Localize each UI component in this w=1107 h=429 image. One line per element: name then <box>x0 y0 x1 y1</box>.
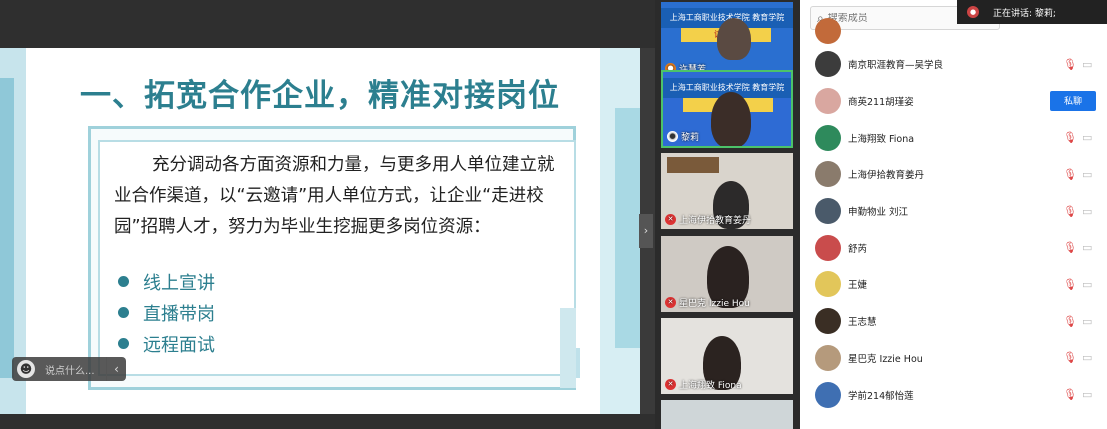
slide-bullet: 远程面试 <box>118 328 215 359</box>
mic-muted-icon: 🎙︎ <box>1063 277 1077 291</box>
member-name: 星巴克 Izzie Hou <box>848 353 923 365</box>
chat-input-placeholder[interactable]: 说点什么... <box>45 362 106 377</box>
participant-video <box>717 18 751 60</box>
member-name: 上海翔致 Fiona <box>848 133 915 145</box>
mic-muted-icon: 🎙︎ <box>1063 351 1077 365</box>
camera-off-icon: ▭ <box>1082 204 1093 218</box>
avatar <box>815 308 841 335</box>
background-frame <box>667 157 719 173</box>
camera-off-icon: ▭ <box>1082 131 1093 145</box>
member-row[interactable]: 商英211胡瑾姿 私聊 <box>800 83 1107 120</box>
video-name-tag: ● 黎莉 <box>667 130 699 143</box>
mic-muted-icon: ✕ <box>665 297 676 308</box>
bullet-dot-icon <box>118 276 129 287</box>
member-row[interactable]: 舒芮 🎙︎ ▭ <box>800 229 1107 266</box>
avatar <box>815 271 841 298</box>
member-name: 申勤物业 刘江 <box>848 207 909 219</box>
slide-title: 一、拓宽合作企业，精准对接岗位 <box>80 78 560 114</box>
participant-video <box>711 92 751 146</box>
slide-decoration <box>615 108 640 348</box>
mic-muted-icon: 🎙︎ <box>1063 204 1077 218</box>
avatar <box>815 124 841 151</box>
mic-muted-icon: 🎙︎ <box>1063 131 1077 145</box>
mic-icon: ● <box>667 131 678 142</box>
slide-decoration <box>560 308 576 388</box>
member-row[interactable]: 星巴克 Izzie Hou 🎙︎ ▭ <box>800 340 1107 377</box>
share-bottom-bar <box>0 414 655 429</box>
speaking-text: 正在讲话: 黎莉; <box>993 8 1056 19</box>
member-name: 王志慧 <box>848 317 877 329</box>
member-name: 舒芮 <box>848 243 868 255</box>
video-tile[interactable]: 上海工商职业技术学院 教育学院 访企业 ●许慧芳 <box>661 2 793 78</box>
avatar <box>815 344 841 371</box>
video-name-tag: ✕ 星巴克 Izzie Hou <box>665 296 750 309</box>
video-tile-active-speaker[interactable]: 上海工商职业技术学院 教育学院 访企业 ●黎莉 <box>661 70 793 148</box>
member-row[interactable]: 上海翔致 Fiona 🎙︎ ▭ <box>800 119 1107 156</box>
member-name: 学前214郁怡莲 <box>848 390 914 402</box>
video-tile[interactable]: ✕ 星巴克 Izzie Hou <box>661 236 793 312</box>
video-name-tag: ✕ 上海翔致 Fiona <box>665 378 742 391</box>
mic-muted-icon: 🎙︎ <box>1063 388 1077 402</box>
camera-off-icon: ▭ <box>1082 277 1093 291</box>
camera-off-icon: ▭ <box>1082 388 1093 402</box>
member-list: 南京职涯教育—吴学良 🎙︎ ▭ 商英211胡瑾姿 私聊 上海翔致 Fiona 🎙… <box>800 18 1107 413</box>
avatar <box>815 234 841 261</box>
video-column: 上海工商职业技术学院 教育学院 访企业 ●许慧芳 上海工商职业技术学院 教育学院… <box>655 0 800 429</box>
member-name: 商英211胡瑾姿 <box>848 97 914 109</box>
avatar <box>815 161 841 188</box>
chat-input-pill[interactable]: ☻ 说点什么... ‹ <box>12 357 126 381</box>
video-tile[interactable]: ✕ 上海伊拾教育姜丹 <box>661 153 793 229</box>
camera-off-icon: ▭ <box>1082 314 1093 328</box>
video-tile[interactable]: ✕ 上海翔致 Fiona <box>661 318 793 394</box>
share-top-bar <box>0 0 655 48</box>
camera-off-icon: ▭ <box>1082 57 1093 71</box>
member-row-partial <box>800 18 1107 46</box>
member-panel: ⌕ ● 正在讲话: 黎莉; 南京职涯教育—吴学良 🎙︎ ▭ 商英211胡瑾姿 私… <box>800 0 1107 429</box>
slide-decoration <box>0 78 14 378</box>
member-row[interactable]: 王志慧 🎙︎ ▭ <box>800 303 1107 340</box>
avatar <box>815 381 841 408</box>
mic-muted-icon: ✕ <box>665 214 676 225</box>
camera-off-icon: ▭ <box>1082 241 1093 255</box>
chevron-left-icon[interactable]: ‹ <box>106 357 126 381</box>
camera-off-icon: ▭ <box>1082 351 1093 365</box>
video-name-tag: ✕ 上海伊拾教育姜丹 <box>665 213 751 226</box>
avatar <box>815 51 841 78</box>
avatar <box>815 88 841 115</box>
member-row[interactable]: 南京职涯教育—吴学良 🎙︎ ▭ <box>800 46 1107 83</box>
screen-share-area: 一、拓宽合作企业，精准对接岗位 充分调动各方面资源和力量，与更多用人单位建立就业… <box>0 0 655 429</box>
chevron-right-icon: › <box>643 224 649 237</box>
slide-bullet-list: 线上宣讲 直播带岗 远程面试 <box>118 266 215 359</box>
collapse-panel-handle[interactable]: › <box>639 214 653 248</box>
camera-off-icon: ▭ <box>1082 167 1093 181</box>
member-row[interactable]: 上海伊拾教育姜丹 🎙︎ ▭ <box>800 156 1107 193</box>
private-chat-button[interactable]: 私聊 <box>1050 91 1096 112</box>
slide-bullet: 直播带岗 <box>118 297 215 328</box>
avatar <box>815 198 841 225</box>
emoji-icon[interactable]: ☻ <box>17 360 35 378</box>
slide-paragraph: 充分调动各方面资源和力量，与更多用人单位建立就业合作渠道，以“云邀请”用人单位方… <box>114 155 555 237</box>
bullet-dot-icon <box>118 307 129 318</box>
member-row[interactable]: 学前214郁怡莲 🎙︎ ▭ <box>800 376 1107 413</box>
speaker-avatar-icon: ● <box>967 6 979 18</box>
meeting-window: 一、拓宽合作企业，精准对接岗位 充分调动各方面资源和力量，与更多用人单位建立就业… <box>0 0 1107 429</box>
mic-muted-icon: 🎙︎ <box>1063 314 1077 328</box>
mic-muted-icon: 🎙︎ <box>1063 241 1077 255</box>
member-name: 南京职涯教育—吴学良 <box>848 60 944 72</box>
slide-bullet: 线上宣讲 <box>118 266 215 297</box>
video-tile[interactable] <box>661 400 793 429</box>
member-name: 王婕 <box>848 280 868 292</box>
bullet-dot-icon <box>118 338 129 349</box>
mic-muted-icon: 🎙︎ <box>1063 167 1077 181</box>
mic-muted-icon: 🎙︎ <box>1063 57 1077 71</box>
member-row[interactable]: 申勤物业 刘江 🎙︎ ▭ <box>800 193 1107 230</box>
member-name: 上海伊拾教育姜丹 <box>848 170 925 182</box>
speaking-indicator: ● 正在讲话: 黎莉; <box>957 0 1107 24</box>
member-row[interactable]: 王婕 🎙︎ ▭ <box>800 266 1107 303</box>
avatar <box>815 18 841 44</box>
mic-muted-icon: ✕ <box>665 379 676 390</box>
